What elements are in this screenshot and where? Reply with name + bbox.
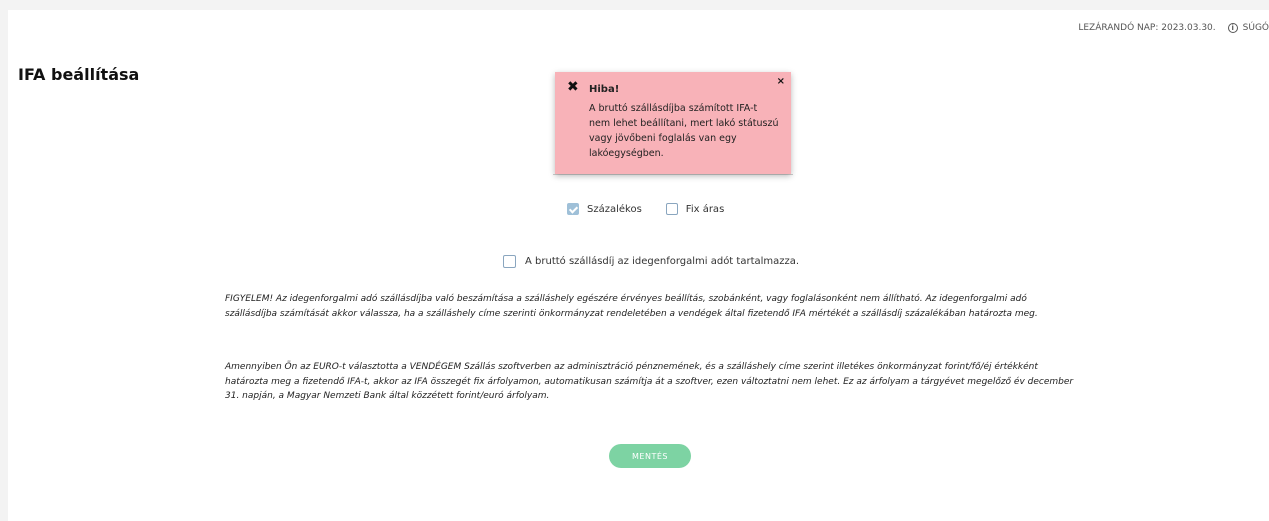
- app-page: LEZÁRANDÓ NAP: 2023.03.30. i SÚGÓ IFA be…: [8, 10, 1269, 521]
- toast-close-icon[interactable]: ×: [777, 74, 785, 89]
- tax-include-label: A bruttó szállásdíj az idegenforgalmi ad…: [525, 256, 800, 267]
- field-underline: [553, 174, 793, 175]
- tax-include-checkbox[interactable]: [503, 255, 516, 268]
- error-x-icon: ✖: [567, 79, 579, 95]
- percent-label: Százalékos: [587, 203, 642, 215]
- option-percent[interactable]: Százalékos: [567, 203, 642, 215]
- tax-type-options: Százalékos Fix áras: [567, 203, 748, 215]
- percent-checkbox[interactable]: [567, 203, 579, 215]
- help-link[interactable]: i SÚGÓ: [1227, 23, 1269, 33]
- toast-message: A bruttó szállásdíjba számított IFA-t ne…: [589, 103, 779, 159]
- fixed-checkbox[interactable]: [665, 203, 678, 215]
- info-icon: i: [1227, 23, 1238, 33]
- closing-day-label: LEZÁRANDÓ NAP: 2023.03.30.: [1078, 23, 1216, 33]
- top-bar: LEZÁRANDÓ NAP: 2023.03.30. i SÚGÓ: [1078, 18, 1269, 38]
- option-fixed[interactable]: Fix áras: [665, 203, 725, 215]
- euro-note: Amennyiben Ön az EURO-t választotta a VE…: [225, 362, 1074, 401]
- toast-title: Hiba!: [589, 84, 620, 95]
- save-button[interactable]: MENTÉS: [609, 444, 691, 468]
- page-title: IFA beállítása: [18, 65, 140, 84]
- fixed-label: Fix áras: [685, 203, 725, 215]
- error-toast: ✖ × Hiba! A bruttó szállásdíjba számítot…: [555, 72, 791, 174]
- help-label: SÚGÓ: [1242, 23, 1269, 33]
- tax-include-option[interactable]: A bruttó szállásdíj az idegenforgalmi ad…: [503, 255, 799, 268]
- warning-note: FIGYELEM! Az idegenforgalmi adó szállásd…: [225, 294, 1038, 319]
